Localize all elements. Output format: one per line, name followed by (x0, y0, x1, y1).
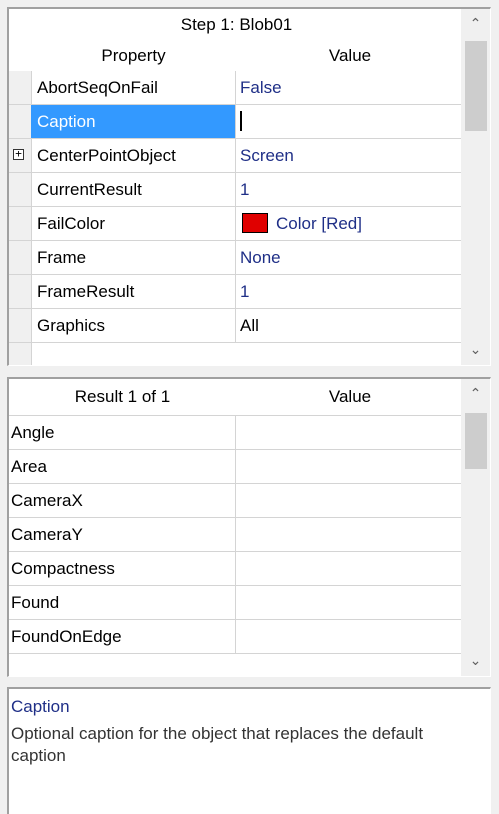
header-value[interactable]: Value (236, 41, 464, 71)
property-value[interactable]: 1 (236, 173, 464, 206)
result-name: FoundOnEdge (9, 620, 236, 653)
property-name: FailColor (31, 207, 236, 240)
result-name: Area (9, 450, 236, 483)
result-name: Compactness (9, 552, 236, 585)
property-row-currentresult[interactable]: CurrentResult 1 (9, 173, 464, 207)
result-value (236, 416, 464, 449)
scroll-thumb[interactable] (465, 413, 487, 469)
description-title: Caption (11, 697, 70, 716)
result-row-angle[interactable]: Angle (9, 416, 464, 450)
property-name: AbortSeqOnFail (31, 71, 236, 104)
property-grid-title: Step 1: Blob01 (9, 9, 464, 41)
chevron-down-icon[interactable]: ⌄ (461, 335, 490, 365)
property-value[interactable]: False (236, 71, 464, 104)
property-grid-scrollbar[interactable]: ⌃ ⌄ (461, 9, 490, 365)
property-row-failcolor[interactable]: FailColor Color [Red] (9, 207, 464, 241)
results-grid-header: Result 1 of 1 Value (9, 379, 464, 416)
result-name: Found (9, 586, 236, 619)
chevron-up-icon[interactable]: ⌃ (461, 379, 490, 409)
chevron-up-icon[interactable]: ⌃ (461, 9, 490, 39)
caption-value-input[interactable] (236, 105, 464, 138)
property-name: Frame (31, 241, 236, 274)
property-name: Caption (31, 105, 236, 138)
results-grid: Result 1 of 1 Value Angle Area CameraX C… (7, 377, 491, 677)
result-value (236, 518, 464, 551)
chevron-down-icon[interactable]: ⌄ (461, 646, 490, 676)
scroll-thumb[interactable] (465, 41, 487, 131)
text-cursor (240, 111, 242, 132)
property-grid-header: Property Value (9, 41, 464, 71)
results-grid-scrollbar[interactable]: ⌃ ⌄ (461, 379, 490, 676)
result-name: CameraX (9, 484, 236, 517)
property-row-graphics[interactable]: Graphics All (9, 309, 464, 343)
result-value (236, 620, 464, 653)
property-name: CenterPointObject (31, 139, 236, 172)
result-row-camerax[interactable]: CameraX (9, 484, 464, 518)
header-value[interactable]: Value (236, 379, 464, 415)
result-name: CameraY (9, 518, 236, 551)
property-row-frame[interactable]: Frame None (9, 241, 464, 275)
header-result[interactable]: Result 1 of 1 (9, 379, 236, 415)
result-value (236, 586, 464, 619)
property-row-frameresult[interactable]: FrameResult 1 (9, 275, 464, 309)
property-name: CurrentResult (31, 173, 236, 206)
result-row-compactness[interactable]: Compactness (9, 552, 464, 586)
property-row-caption[interactable]: Caption (9, 105, 464, 139)
property-value[interactable]: 1 (236, 275, 464, 308)
result-name: Angle (9, 416, 236, 449)
property-name: Graphics (31, 309, 236, 342)
property-grid-table: Step 1: Blob01 Property Value AbortSeqOn… (9, 9, 464, 343)
property-value[interactable]: None (236, 241, 464, 274)
property-grid: Step 1: Blob01 Property Value AbortSeqOn… (7, 7, 491, 366)
description-text: Optional caption for the object that rep… (11, 724, 424, 765)
result-value (236, 484, 464, 517)
result-row-area[interactable]: Area (9, 450, 464, 484)
results-grid-table: Result 1 of 1 Value Angle Area CameraX C… (9, 379, 464, 654)
property-row-centerpointobject[interactable]: + CenterPointObject Screen (9, 139, 464, 173)
property-name: FrameResult (31, 275, 236, 308)
result-row-found[interactable]: Found (9, 586, 464, 620)
description-pane: Caption Optional caption for the object … (7, 687, 491, 814)
result-value (236, 552, 464, 585)
result-value (236, 450, 464, 483)
property-row-abortseqonfail[interactable]: AbortSeqOnFail False (9, 71, 464, 105)
result-row-foundonedge[interactable]: FoundOnEdge (9, 620, 464, 654)
fail-color-value[interactable]: Color [Red] (236, 207, 464, 240)
color-swatch (242, 213, 268, 234)
property-value[interactable]: Screen (236, 139, 464, 172)
header-property[interactable]: Property (31, 41, 236, 71)
result-row-cameray[interactable]: CameraY (9, 518, 464, 552)
plus-box-icon[interactable]: + (13, 148, 24, 160)
property-value[interactable]: All (236, 309, 464, 342)
